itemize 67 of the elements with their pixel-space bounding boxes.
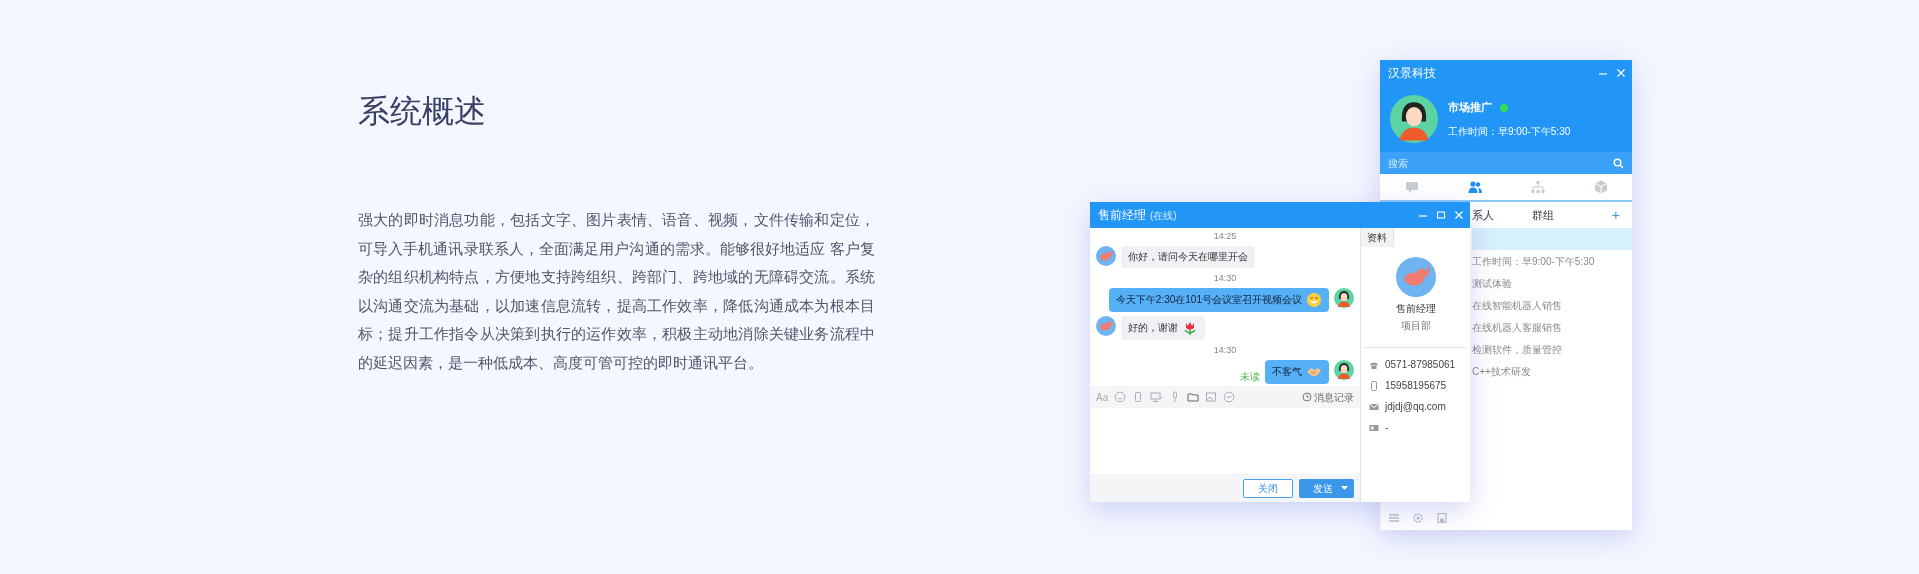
work-hours: 工作时间：早9:00-下午5:30: [1448, 124, 1571, 139]
list-item[interactable]: 测试体验: [1472, 272, 1632, 294]
cube-icon: [1592, 179, 1609, 195]
list-item[interactable]: 工作时间：早9:00-下午5:30: [1472, 250, 1632, 272]
history-link[interactable]: 消息记录: [1302, 389, 1354, 405]
image-icon[interactable]: [1205, 391, 1218, 403]
org-chart-icon: [1529, 179, 1546, 195]
folder-icon[interactable]: [1187, 391, 1200, 403]
phone-icon: [1369, 380, 1379, 391]
monitor-icon[interactable]: [1150, 391, 1164, 403]
grin-emoji-icon: [1306, 292, 1322, 308]
tab[interactable]: 资料: [1361, 228, 1394, 247]
envelope-icon: [1369, 401, 1379, 412]
close-icon[interactable]: [1616, 68, 1626, 78]
person-avatar-icon: [1395, 257, 1436, 297]
person-avatar-icon: [1334, 288, 1354, 308]
font-button[interactable]: Aa: [1096, 389, 1109, 405]
menu-icon[interactable]: [1388, 512, 1400, 524]
close-icon[interactable]: [1454, 210, 1464, 220]
section-heading: 系统概述: [358, 92, 487, 131]
search-field[interactable]: 搜索: [1388, 155, 1613, 171]
contact-name: 售前经理: [1394, 302, 1437, 316]
message-text: 今天下午2:30在101号会议室召开视频会议: [1115, 293, 1302, 307]
message-text: 好的，谢谢: [1128, 321, 1178, 335]
person-avatar-icon: [1096, 246, 1116, 266]
smiley-icon[interactable]: [1114, 391, 1127, 403]
message-text: 不客气: [1272, 365, 1302, 379]
send-button[interactable]: 发送: [1299, 478, 1354, 498]
search-icon: [1613, 157, 1624, 169]
tulip-icon: [1182, 320, 1198, 336]
window-title: 售前经理: [1098, 207, 1146, 224]
clock-icon: [1302, 392, 1312, 402]
history-label: 消息记录: [1314, 390, 1354, 405]
detail-text: 0571-87985061: [1385, 358, 1456, 372]
maximize-icon[interactable]: [1436, 210, 1446, 220]
department: 项目部: [1399, 319, 1432, 333]
online-status: (在线): [1150, 208, 1177, 223]
description-paragraph: 强大的即时消息功能，包括文字、图片表情、语音、视频，文件传输和定位，可导入手机通讯录联系人，全面满足用户沟通的需求。能够很好地适应 客户复杂的组织机构特点，方便地支持跨组织、跨部门、跨地域的无障碍交流。系统以沟通交流为基础，以加速信息流转，提高工作效率，降低沟通成本为根本目标；提升工作指令从决策到执行的运作效率，积极主动地消除关键业务流程中的延迟因素，是一种低成本、高度可管可控的即时通讯平台。: [358, 210, 875, 373]
tab[interactable]: 群组: [1532, 206, 1554, 224]
person-avatar-icon: [1096, 316, 1116, 336]
person-avatar-icon: [1334, 360, 1354, 380]
profile-name: 市场推广: [1448, 100, 1492, 116]
people-icon: [1466, 179, 1483, 195]
timestamp: 14:30: [1213, 344, 1237, 356]
timestamp: 14:25: [1213, 230, 1237, 242]
search-bar[interactable]: 搜索: [1380, 152, 1632, 174]
more-icon[interactable]: [1223, 391, 1236, 403]
read-receipt: 未读: [1240, 370, 1260, 384]
selected-row[interactable]: [1472, 228, 1632, 250]
chat-bubble-icon: [1403, 179, 1420, 195]
caret-icon: [1341, 485, 1348, 491]
save-icon[interactable]: [1436, 512, 1448, 524]
id-card-icon: [1369, 422, 1379, 433]
person-avatar-icon: [1390, 95, 1438, 143]
list-item[interactable]: 检测软件，质量管控: [1472, 338, 1632, 360]
detail-text: 15958195675: [1385, 379, 1447, 393]
message-text: 你好，请问今天在哪里开会: [1128, 250, 1248, 264]
list-item[interactable]: C++技术研发: [1472, 360, 1632, 382]
tab[interactable]: 系人: [1472, 206, 1494, 224]
timestamp: 14:30: [1213, 272, 1237, 284]
detail-text: -: [1385, 421, 1389, 435]
list-item[interactable]: 在线机器人客服销售: [1472, 316, 1632, 338]
close-button[interactable]: 关闭: [1243, 478, 1293, 498]
list-item[interactable]: 在线智能机器人销售: [1472, 294, 1632, 316]
add-button[interactable]: +: [1611, 204, 1620, 226]
detail-text: jdjdj@qq.com: [1385, 400, 1446, 414]
window-title: 汉景科技: [1388, 65, 1436, 82]
